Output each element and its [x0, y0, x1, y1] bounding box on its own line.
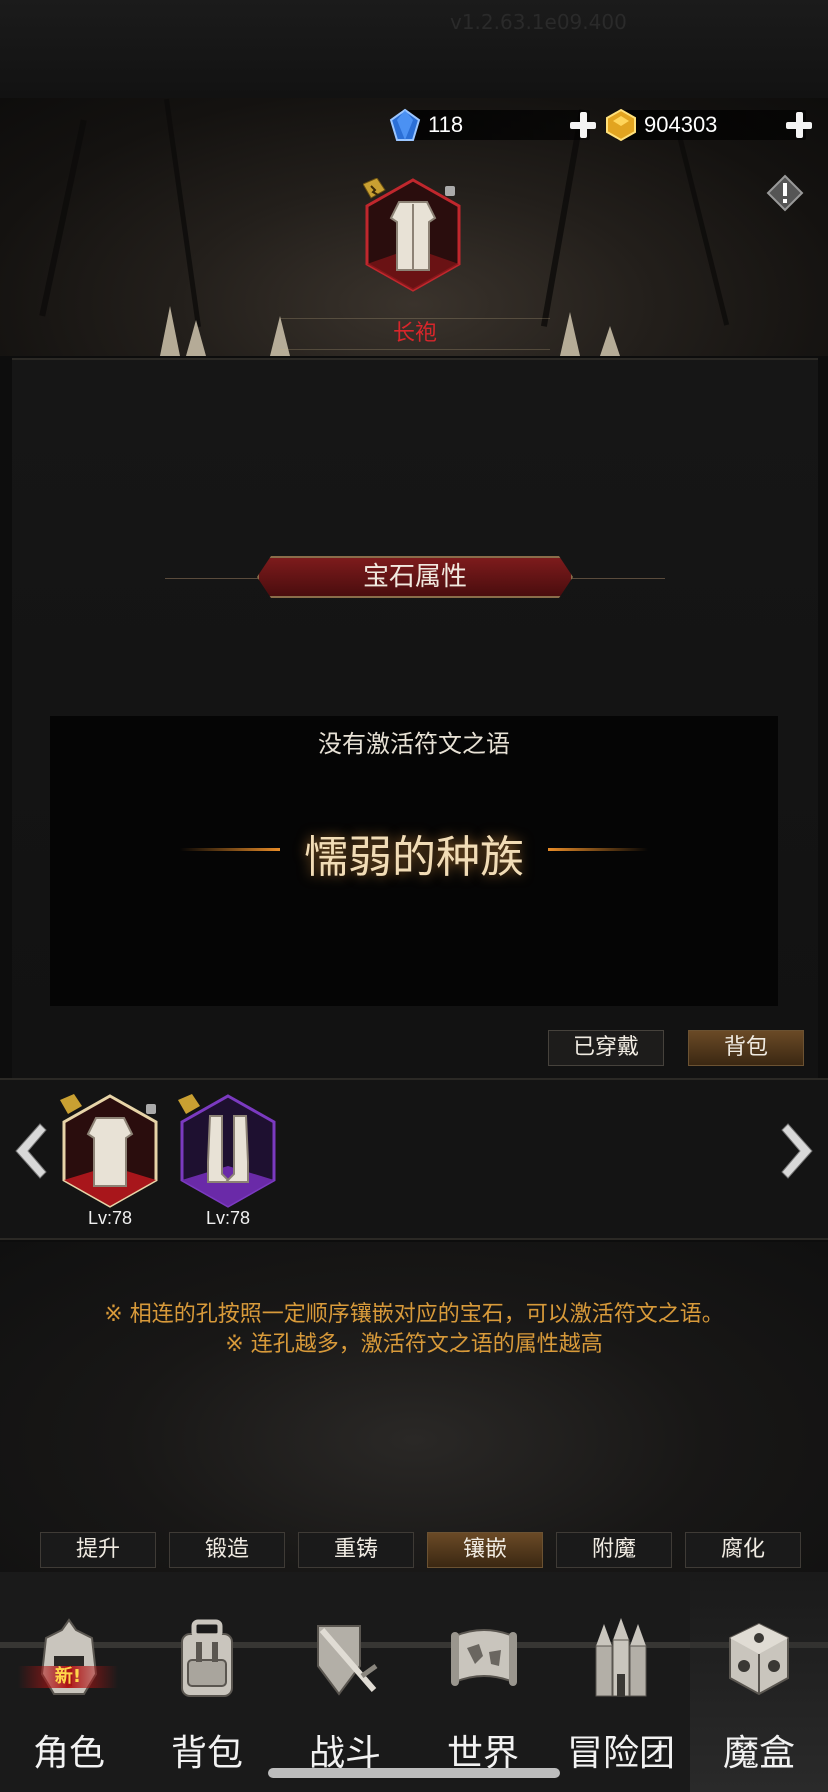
action-inlay-button[interactable]: 镶嵌 — [427, 1532, 543, 1568]
nav-item-adventure-group[interactable]: 冒险团 — [552, 1572, 690, 1792]
add-gold-button[interactable] — [786, 112, 812, 138]
action-recast-button[interactable]: 重铸 — [298, 1532, 414, 1568]
action-corrupt-button[interactable]: 腐化 — [685, 1532, 801, 1568]
tab-equipped[interactable]: 已穿戴 — [548, 1030, 664, 1066]
rune-word-box: 没有激活符文之语 懦弱的种族 — [50, 716, 778, 1006]
gold-count: 904303 — [644, 112, 718, 137]
nav-item-character[interactable]: 新! 角色 — [0, 1572, 138, 1792]
inventory-slot-robe[interactable] — [60, 1092, 160, 1210]
blue-gem-icon — [389, 108, 421, 141]
chevron-right-icon[interactable] — [780, 1122, 820, 1180]
tab-backpack[interactable]: 背包 — [688, 1030, 804, 1066]
home-indicator[interactable] — [268, 1768, 560, 1778]
nav-item-world[interactable]: 世界 — [414, 1572, 552, 1792]
shield-sword-icon — [317, 1625, 378, 1696]
nav-item-magic-box[interactable]: 魔盒 — [690, 1572, 828, 1792]
helmet-icon — [40, 1618, 98, 1695]
info-icon[interactable] — [766, 174, 804, 212]
map-scroll-icon — [451, 1629, 517, 1686]
current-equipment-slot[interactable] — [363, 178, 463, 292]
nav-item-backpack[interactable]: 背包 — [138, 1572, 276, 1792]
chevron-left-icon[interactable] — [8, 1122, 48, 1180]
nav-item-battle[interactable]: 战斗 — [276, 1572, 414, 1792]
equipment-name: 长袍 — [280, 318, 550, 350]
blue-gem-count: 118 — [428, 112, 464, 137]
gem-attributes-header: 宝石属性 — [165, 556, 665, 600]
rune-word-title: 懦弱的种族 — [304, 832, 524, 883]
gem-attributes-title: 宝石属性 — [362, 562, 467, 592]
backpack-icon — [181, 1619, 233, 1697]
gold-ingot-icon — [606, 108, 636, 142]
version-text: v1.2.63.1e09.400 — [450, 10, 627, 34]
new-badge: 新! — [18, 1666, 118, 1688]
nav-label: 背包 — [170, 1733, 243, 1774]
action-forge-button[interactable]: 锻造 — [169, 1532, 285, 1568]
castle-icon — [595, 1618, 647, 1697]
tip-line: ※ 连孔越多，激活符文之语的属性越高 — [225, 1332, 603, 1357]
top-bar: v1.2.63.1e09.400 — [0, 0, 828, 98]
inventory-level: Lv:78 — [205, 1208, 251, 1228]
inventory-level: Lv:78 — [87, 1208, 133, 1228]
rune-status-text: 没有激活符文之语 — [318, 730, 510, 758]
tips: ※ 相连的孔按照一定顺序镶嵌对应的宝石，可以激活符文之语。 ※ 连孔越多，激活符… — [0, 1300, 828, 1360]
lower-background — [0, 1242, 828, 1572]
nav-label: 冒险团 — [566, 1733, 675, 1774]
tip-line: ※ 相连的孔按照一定顺序镶嵌对应的宝石，可以激活符文之语。 — [104, 1302, 724, 1327]
magic-cube-icon — [729, 1622, 789, 1696]
action-upgrade-button[interactable]: 提升 — [40, 1532, 156, 1568]
add-blue-gem-button[interactable] — [570, 112, 596, 138]
inventory-slot-boots[interactable] — [178, 1092, 278, 1210]
nav-label: 魔盒 — [722, 1733, 795, 1774]
action-enchant-button[interactable]: 附魔 — [556, 1532, 672, 1568]
nav-label: 角色 — [32, 1733, 105, 1774]
